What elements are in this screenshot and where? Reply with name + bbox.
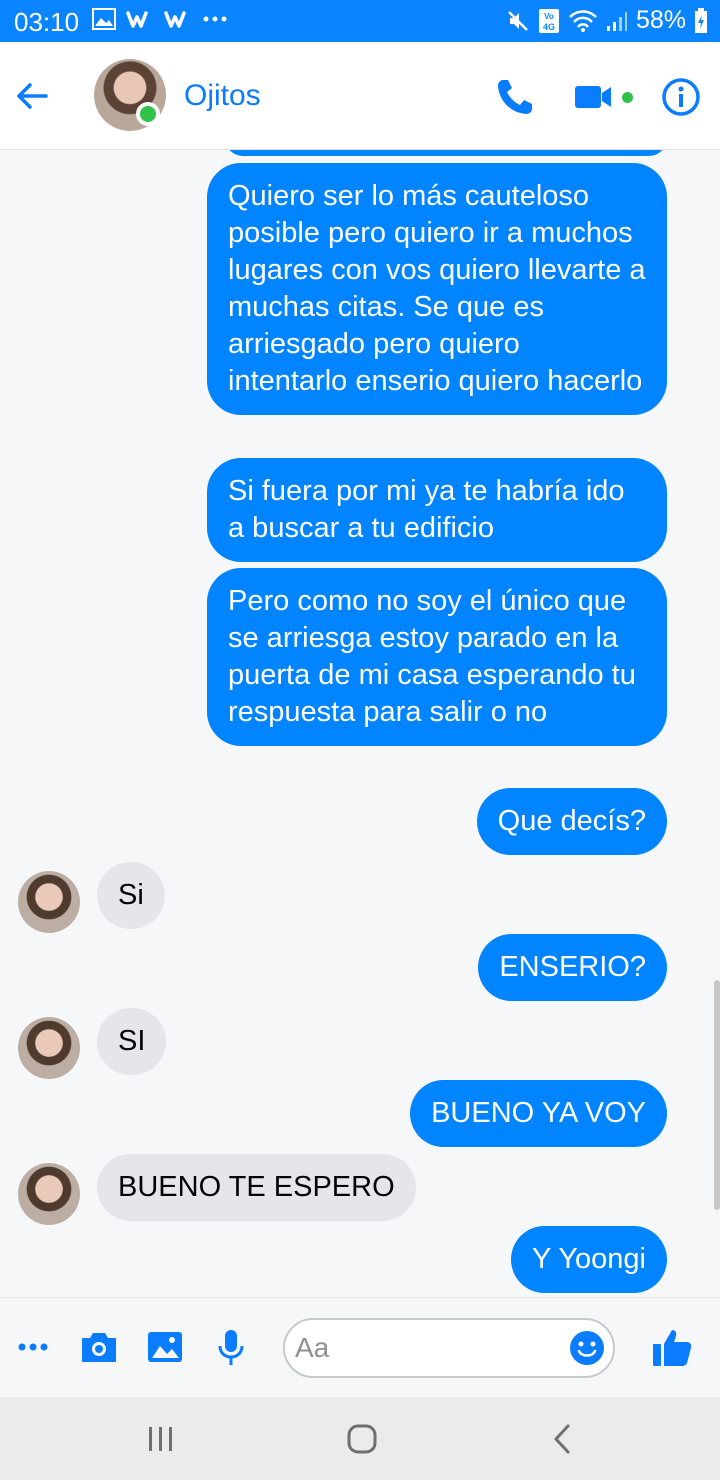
mute-icon <box>508 10 528 31</box>
signal-icon <box>606 11 627 31</box>
conversation-header: Ojitos <box>0 42 720 150</box>
message-composer <box>0 1297 720 1397</box>
message-input[interactable] <box>295 1330 545 1366</box>
camera-icon[interactable] <box>78 1326 120 1368</box>
phone-call-icon[interactable] <box>494 76 536 118</box>
sent-message[interactable]: BUENO YA VOY <box>410 1080 667 1147</box>
svg-text:Vo: Vo <box>544 12 554 21</box>
sent-message[interactable]: ENSERIO? <box>478 934 667 1001</box>
info-icon[interactable] <box>660 76 702 118</box>
battery-icon <box>695 7 707 33</box>
status-bar: 03:10 Vo 4G 58% <box>0 0 720 42</box>
previous-message-bubble <box>225 150 667 156</box>
contact-avatar-small[interactable] <box>18 871 80 933</box>
status-time: 03:10 <box>14 7 80 37</box>
video-call-icon[interactable] <box>572 76 614 118</box>
more-options-icon[interactable] <box>14 1326 56 1368</box>
sent-message[interactable]: Pero como no soy el único que se arriesg… <box>207 568 667 746</box>
message-input-container[interactable] <box>283 1318 615 1378</box>
microphone-icon[interactable] <box>210 1326 252 1368</box>
gallery-notification-icon <box>92 8 116 30</box>
received-message[interactable]: Si <box>97 862 165 929</box>
contact-avatar-small[interactable] <box>18 1163 80 1225</box>
contact-name[interactable]: Ojitos <box>184 79 261 113</box>
wifi-icon <box>569 9 597 32</box>
system-navigation-bar <box>0 1397 720 1480</box>
scrollbar[interactable] <box>714 980 720 1210</box>
wattpad-notification-icon <box>126 11 148 28</box>
volte-4g-icon: Vo4G <box>538 8 559 33</box>
sent-message[interactable]: Y Yoongi <box>511 1226 667 1293</box>
received-message[interactable]: BUENO TE ESPERO <box>97 1154 416 1221</box>
message-list[interactable]: Quiero ser lo más cauteloso posible pero… <box>0 150 720 1297</box>
more-notifications-icon <box>203 16 227 22</box>
gallery-icon[interactable] <box>144 1326 186 1368</box>
sent-message[interactable]: Si fuera por mi ya te habría ido a busca… <box>207 458 667 562</box>
video-active-dot <box>622 92 633 103</box>
like-thumb-icon[interactable] <box>650 1326 694 1370</box>
wattpad-notification-icon-2 <box>164 11 186 28</box>
recent-apps-icon[interactable] <box>141 1421 181 1457</box>
sent-message[interactable]: Quiero ser lo más cauteloso posible pero… <box>207 163 667 415</box>
emoji-icon[interactable] <box>569 1330 605 1366</box>
back-arrow-icon[interactable] <box>12 76 52 116</box>
svg-text:4G: 4G <box>543 22 555 32</box>
online-status-dot <box>136 102 160 126</box>
back-nav-icon[interactable] <box>544 1421 584 1457</box>
contact-avatar-small[interactable] <box>18 1017 80 1079</box>
sent-message[interactable]: Que decís? <box>476 788 667 855</box>
received-message[interactable]: SI <box>97 1008 167 1075</box>
home-icon[interactable] <box>341 1421 381 1457</box>
battery-percent: 58% <box>635 6 686 34</box>
